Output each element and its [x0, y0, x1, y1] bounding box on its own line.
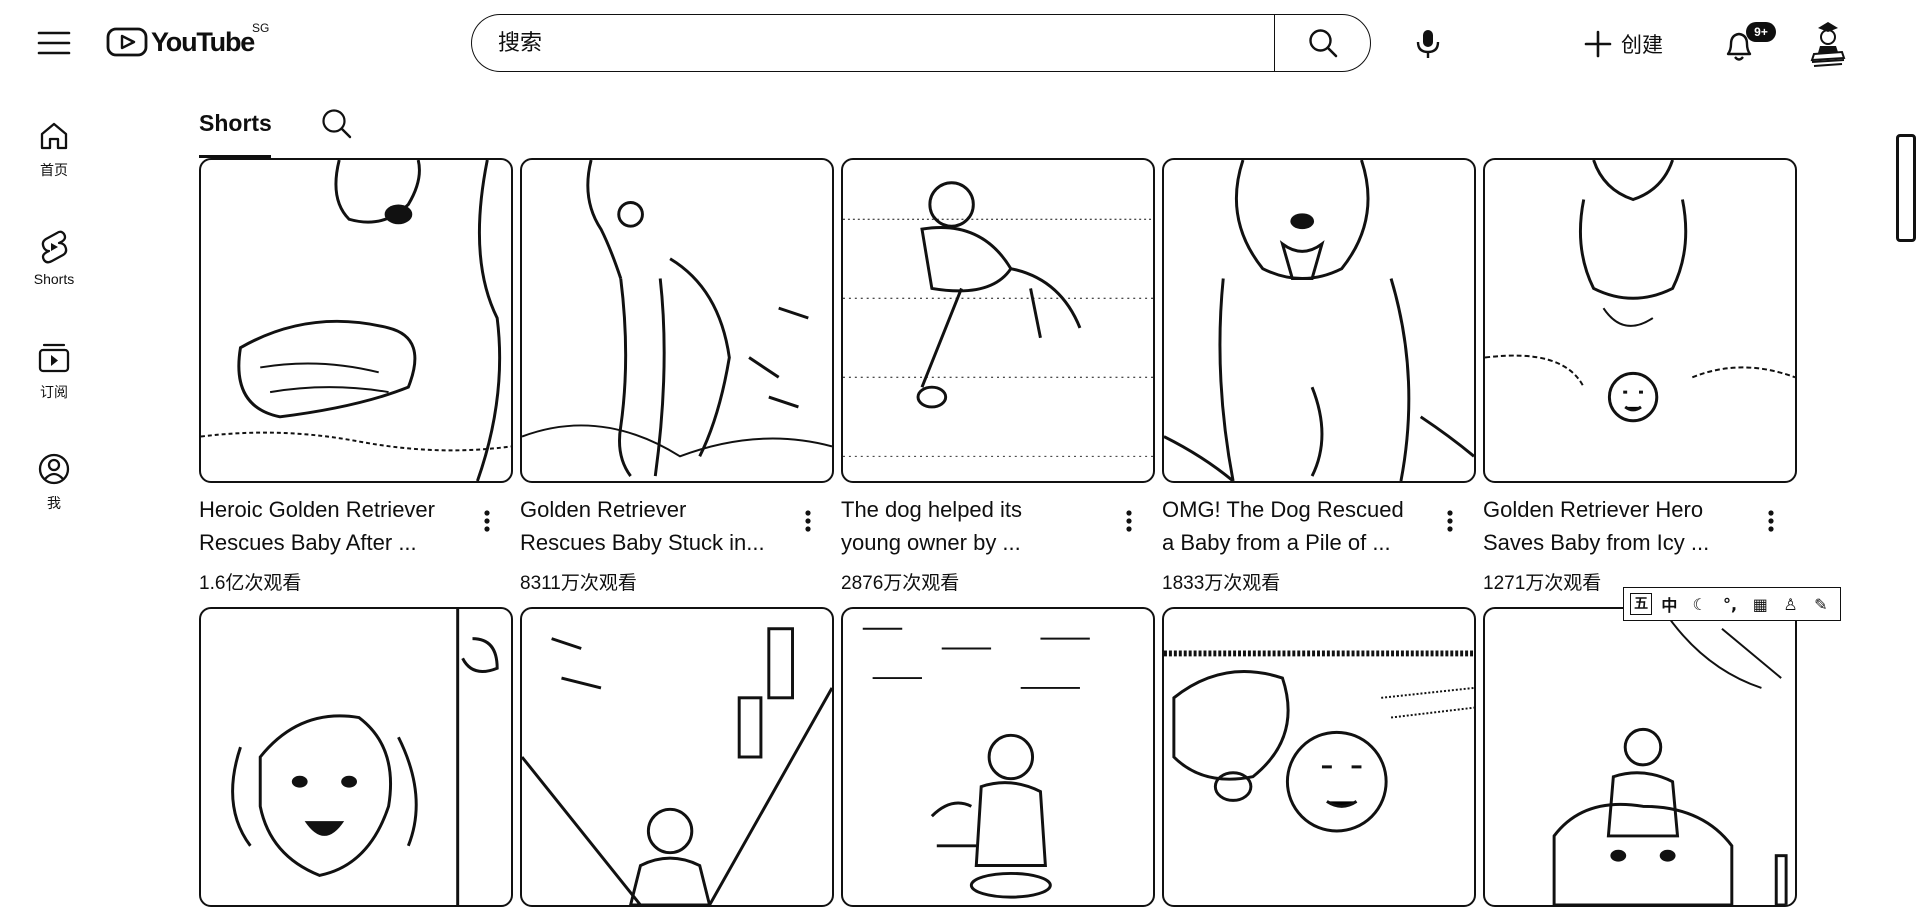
thumbnail-image [522, 627, 832, 905]
thumbnail-image [862, 627, 1090, 899]
short-thumbnail[interactable] [199, 158, 513, 483]
short-title[interactable]: Heroic Golden Retriever Rescues Baby Aft… [199, 493, 467, 559]
masthead: YouTube SG 创建 9+ [0, 0, 1920, 88]
more-vert-icon [1447, 510, 1453, 532]
ime-punctuation-toggle[interactable]: °, [1717, 595, 1743, 614]
rail-item-home[interactable]: 首页 [0, 108, 108, 198]
avatar-image [1810, 22, 1846, 67]
short-title[interactable]: OMG! The Dog Rescued a Baby from a Pile … [1162, 493, 1430, 559]
hamburger-icon [37, 31, 71, 55]
short-thumbnail[interactable] [841, 607, 1155, 907]
short-view-count: 1.6亿次观看 [199, 573, 302, 594]
ime-width-toggle[interactable]: ☾ [1687, 595, 1713, 614]
youtube-play-icon [106, 27, 148, 57]
more-options-button[interactable] [1757, 501, 1785, 541]
search-input[interactable] [496, 29, 1274, 57]
notification-badge: 9+ [1746, 22, 1776, 42]
rail-label-you: 我 [47, 495, 61, 511]
you-icon [36, 451, 72, 487]
short-thumbnail[interactable] [1162, 158, 1476, 483]
short-view-count: 1271万次观看 [1483, 573, 1602, 594]
more-options-button[interactable] [794, 501, 822, 541]
short-title[interactable]: The dog helped its young owner by ... [841, 493, 1109, 559]
thumbnail-image [231, 609, 499, 905]
rail-item-you[interactable]: 我 [0, 441, 108, 531]
short-title[interactable]: Golden Retriever Rescues Baby Stuck in..… [520, 493, 788, 559]
more-options-button[interactable] [1115, 501, 1143, 541]
scrollbar-thumb[interactable] [1896, 134, 1916, 242]
thumbnail-image [201, 160, 511, 481]
thumbnail-image [1485, 160, 1795, 423]
region-code: SG [252, 21, 270, 35]
menu-button[interactable] [34, 26, 74, 60]
thumbnail-image [1164, 160, 1474, 481]
search-box [471, 14, 1274, 72]
tab-search-button[interactable] [320, 107, 356, 143]
more-options-button[interactable] [1436, 501, 1464, 541]
ime-settings-button[interactable]: ✎ [1808, 595, 1834, 614]
more-vert-icon [1126, 510, 1132, 532]
search-icon [1308, 29, 1337, 58]
notifications-button[interactable]: 9+ [1722, 22, 1776, 66]
short-thumbnail[interactable] [1162, 607, 1476, 907]
short-thumbnail[interactable] [841, 158, 1155, 483]
short-thumbnail[interactable] [1483, 607, 1797, 907]
tab-shorts[interactable]: Shorts [199, 98, 272, 158]
youtube-logo[interactable]: YouTube SG [106, 21, 269, 62]
microphone-icon [1416, 30, 1440, 58]
thumbnail-image [1164, 650, 1474, 833]
short-thumbnail[interactable] [520, 158, 834, 483]
short-view-count: 8311万次观看 [520, 573, 637, 594]
search-button[interactable] [1274, 14, 1371, 72]
tab-shorts-label: Shorts [199, 110, 272, 136]
ime-wubi-toggle[interactable]: 五 [1630, 593, 1653, 615]
account-avatar[interactable] [1806, 18, 1850, 68]
home-icon [36, 118, 72, 154]
ime-keyboard-button[interactable]: ▦ [1747, 595, 1773, 614]
rail-item-shorts[interactable]: Shorts [0, 219, 108, 309]
rail-item-subscriptions[interactable]: 订阅 [0, 330, 108, 420]
more-vert-icon [1768, 510, 1774, 532]
ime-toolbar: 五 中 ☾ °, ▦ ♙ ✎ [1623, 587, 1841, 621]
short-title[interactable]: Golden Retriever Hero Saves Baby from Ic… [1483, 493, 1751, 559]
voice-search-button[interactable] [1406, 22, 1450, 66]
rail-label-shorts: Shorts [33, 271, 75, 287]
short-view-count: 1833万次观看 [1162, 573, 1281, 594]
short-thumbnail[interactable] [520, 607, 834, 907]
search-icon [322, 109, 352, 139]
ime-user-button[interactable]: ♙ [1778, 595, 1804, 614]
rail-label-home: 首页 [40, 162, 68, 178]
thumbnail-image [1552, 609, 1788, 905]
subscriptions-icon [36, 340, 72, 376]
thumbnail-image [843, 181, 1153, 457]
create-label: 创建 [1621, 34, 1663, 57]
short-thumbnail[interactable] [199, 607, 513, 907]
create-button[interactable]: 创建 [1583, 24, 1663, 64]
more-options-button[interactable] [473, 501, 501, 541]
ime-language-toggle[interactable]: 中 [1656, 592, 1682, 616]
thumbnail-image [522, 160, 832, 477]
more-vert-icon [805, 510, 811, 532]
short-thumbnail[interactable] [1483, 158, 1797, 483]
logo-text: YouTube [151, 26, 255, 57]
more-vert-icon [484, 510, 490, 532]
rail-label-subscriptions: 订阅 [40, 384, 68, 400]
short-view-count: 2876万次观看 [841, 573, 960, 594]
shorts-icon [36, 229, 72, 265]
plus-icon [1584, 30, 1612, 58]
